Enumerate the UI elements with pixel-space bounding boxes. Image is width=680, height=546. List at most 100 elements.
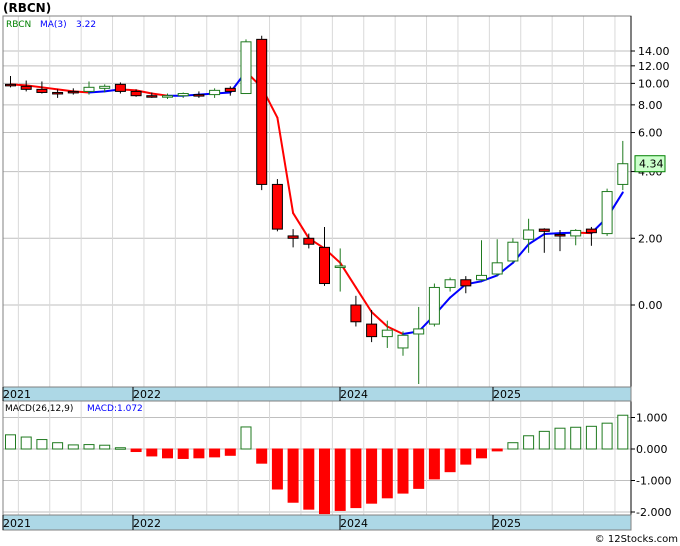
candle-down bbox=[20, 85, 32, 90]
copyright: © 12Stocks.com bbox=[595, 534, 678, 545]
price-date-band bbox=[2, 386, 632, 402]
macd-bar-negative bbox=[130, 448, 142, 453]
macd-bar-negative bbox=[350, 448, 362, 509]
price-y-tick-label: 2.00 bbox=[638, 232, 663, 245]
macd-bar-negative bbox=[287, 448, 299, 503]
candle-up bbox=[444, 279, 456, 288]
candle-down bbox=[585, 228, 597, 234]
candle-up bbox=[413, 328, 425, 335]
candle-down bbox=[554, 234, 566, 237]
legend-ma-value: 3.22 bbox=[76, 20, 96, 30]
macd-bar-negative bbox=[476, 448, 487, 459]
price-y-tick-label: 8.00 bbox=[638, 99, 663, 112]
moving-average-line bbox=[9, 70, 624, 335]
candle-down bbox=[538, 228, 550, 232]
macd-bar-positive bbox=[538, 430, 550, 450]
macd-bar-positive bbox=[52, 442, 64, 450]
candle-down bbox=[303, 237, 315, 245]
macd-bar-negative bbox=[428, 448, 440, 480]
price-y-tick-label: 10.00 bbox=[638, 77, 670, 90]
price-candles bbox=[5, 35, 629, 385]
macd-bar-positive bbox=[554, 427, 566, 450]
macd-bar-negative bbox=[146, 448, 158, 457]
macd-y-tick-label: 0.000 bbox=[636, 443, 668, 456]
macd-bar-negative bbox=[334, 448, 346, 511]
macd-bar-positive bbox=[67, 444, 79, 450]
candle-down bbox=[271, 183, 283, 230]
macd-x-label: 2021 bbox=[3, 517, 31, 530]
macd-bar-negative bbox=[256, 448, 268, 464]
macd-bar-positive bbox=[5, 434, 16, 450]
candle-up bbox=[491, 262, 503, 275]
candle-down bbox=[319, 246, 330, 285]
macd-panel-frame bbox=[2, 400, 632, 516]
chart-canvas: 14.0012.0010.008.006.004.002.000.001.000… bbox=[0, 0, 680, 546]
macd-bar-positive bbox=[585, 425, 597, 450]
macd-legend: MACD(26,12,9) MACD:1.072 bbox=[5, 404, 143, 414]
macd-bar-positive bbox=[617, 414, 629, 450]
stock-chart: 14.0012.0010.008.006.004.002.000.001.000… bbox=[2, 1, 678, 545]
price-y-tick-label: 6.00 bbox=[638, 127, 663, 140]
candle-down bbox=[350, 304, 362, 323]
macd-x-label: 2025 bbox=[493, 517, 521, 530]
macd-bar-negative bbox=[162, 448, 173, 459]
macd-y-tick-label: -2.000 bbox=[636, 506, 671, 519]
candle-down bbox=[287, 235, 299, 239]
price-x-label: 2024 bbox=[340, 388, 368, 401]
plot-frames bbox=[2, 15, 632, 530]
candle-up bbox=[240, 41, 252, 95]
macd-bar-negative bbox=[209, 448, 221, 458]
macd-bar-positive bbox=[570, 426, 582, 450]
candle-up bbox=[397, 334, 409, 349]
macd-y-tick-label: 1.000 bbox=[636, 412, 668, 425]
macd-bar-positive bbox=[114, 447, 126, 450]
price-y-tick-label: 14.00 bbox=[638, 45, 670, 58]
candle-down bbox=[224, 87, 236, 92]
grid bbox=[3, 16, 631, 515]
candle-down bbox=[366, 323, 378, 338]
macd-x-label: 2024 bbox=[340, 517, 368, 530]
price-x-label: 2025 bbox=[493, 388, 521, 401]
candle-down bbox=[67, 90, 79, 94]
y-axis-ticks: 14.0012.0010.008.006.004.002.000.001.000… bbox=[631, 45, 671, 519]
macd-date-band bbox=[2, 514, 632, 531]
candle-up bbox=[476, 274, 487, 281]
candle-down bbox=[256, 38, 268, 185]
candle-down bbox=[36, 88, 48, 93]
legend-ma: MA(3) bbox=[40, 20, 67, 30]
macd-bar-positive bbox=[36, 439, 48, 450]
macd-bar-negative bbox=[460, 448, 472, 465]
macd-label: MACD(26,12,9) bbox=[5, 404, 73, 414]
macd-bar-positive bbox=[523, 435, 535, 450]
candle-down bbox=[130, 90, 142, 97]
macd-x-label: 2022 bbox=[133, 517, 161, 530]
macd-bar-positive bbox=[507, 442, 519, 450]
macd-bar-positive bbox=[83, 444, 95, 450]
price-y-tick-label: 0.00 bbox=[638, 299, 663, 312]
price-x-label: 2022 bbox=[133, 388, 161, 401]
candle-up bbox=[523, 229, 535, 240]
candle-up bbox=[381, 329, 393, 338]
candle-up bbox=[83, 86, 95, 92]
candle-up bbox=[617, 163, 629, 185]
candle-up bbox=[209, 89, 221, 96]
macd-value-label: MACD:1.072 bbox=[87, 404, 143, 414]
macd-bars bbox=[5, 414, 629, 515]
macd-y-tick-label: -1.000 bbox=[636, 475, 671, 488]
price-x-label: 2021 bbox=[3, 388, 31, 401]
chart-title: (RBCN) bbox=[3, 1, 51, 15]
candle-down bbox=[146, 95, 158, 98]
macd-bar-negative bbox=[271, 448, 283, 490]
candle-up bbox=[99, 85, 111, 89]
macd-bar-negative bbox=[381, 448, 393, 499]
candle-down bbox=[5, 83, 16, 87]
macd-bar-negative bbox=[193, 448, 205, 459]
macd-bar-negative bbox=[366, 448, 378, 504]
macd-bar-negative bbox=[413, 448, 425, 489]
candle-up bbox=[334, 265, 346, 268]
candle-down bbox=[114, 83, 126, 92]
last-price-tag: 4.34 bbox=[634, 155, 666, 173]
ma-segment bbox=[543, 232, 561, 236]
candle-down bbox=[460, 279, 472, 287]
macd-bar-negative bbox=[224, 448, 236, 456]
